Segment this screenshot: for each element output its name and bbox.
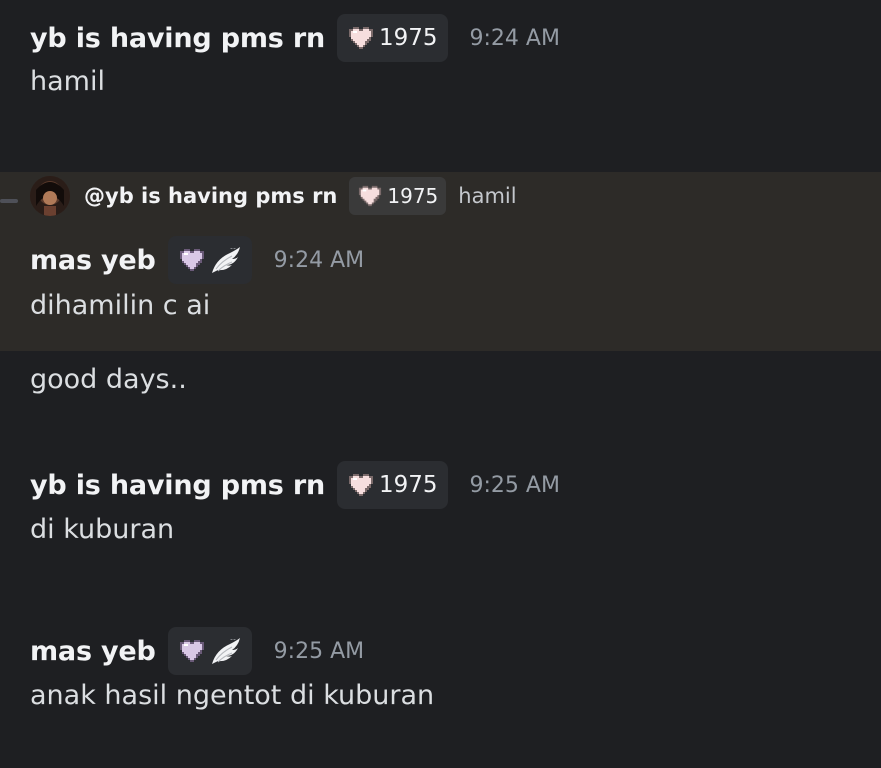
tag-label: 1975 <box>378 472 438 498</box>
server-tag[interactable]: 1975 <box>336 461 448 509</box>
reply-preview[interactable]: hamil <box>458 184 516 208</box>
message-content: di kuburan <box>30 514 175 545</box>
message-header: yb is having pms rn 1975 9:25 AM <box>30 461 560 509</box>
pink-heart-icon <box>347 25 375 51</box>
timestamp[interactable]: 9:24 AM <box>470 26 560 51</box>
message-header: yb is having pms rn 1975 9:24 AM <box>30 14 560 62</box>
timestamp[interactable]: 9:24 AM <box>274 248 364 273</box>
message-content: anak hasil ngentot di kuburan <box>30 680 435 711</box>
message-content: dihamilin c ai <box>30 290 211 321</box>
white-wing-icon: ˘˘ <box>210 636 242 666</box>
svg-text:˘˘: ˘˘ <box>230 639 236 646</box>
svg-text:˘˘: ˘˘ <box>230 248 236 255</box>
tag-label: 1975 <box>378 25 438 51</box>
message-header: mas yeb ˘˘ 9:24 AM <box>30 236 364 284</box>
timestamp[interactable]: 9:25 AM <box>470 473 560 498</box>
message-content: good days.. <box>30 364 187 395</box>
avatar[interactable] <box>30 176 70 216</box>
lavender-heart-icon <box>178 638 206 664</box>
server-tag[interactable]: 1975 <box>349 177 447 215</box>
message-content: hamil <box>30 66 105 97</box>
server-tag[interactable]: ˘˘ <box>167 627 252 675</box>
tag-label: 1975 <box>387 184 439 208</box>
reply-spine <box>0 199 18 203</box>
username[interactable]: yb is having pms rn <box>30 470 325 501</box>
server-tag[interactable]: 1975 <box>336 14 448 62</box>
message-header: mas yeb ˘˘ 9:25 AM <box>30 627 364 675</box>
chat-log: yb is having pms rn 1975 9:24 AM hamil @… <box>0 0 881 768</box>
pink-heart-icon <box>347 472 375 498</box>
username[interactable]: mas yeb <box>30 245 156 276</box>
lavender-heart-icon <box>178 247 206 273</box>
reply-reference[interactable]: @yb is having pms rn 1975 hamil <box>30 176 517 216</box>
username[interactable]: mas yeb <box>30 636 156 667</box>
username[interactable]: yb is having pms rn <box>30 23 325 54</box>
pink-heart-icon <box>357 184 383 208</box>
reply-author[interactable]: @yb is having pms rn <box>84 184 337 208</box>
server-tag[interactable]: ˘˘ <box>167 236 252 284</box>
timestamp[interactable]: 9:25 AM <box>274 639 364 664</box>
white-wing-icon: ˘˘ <box>210 245 242 275</box>
